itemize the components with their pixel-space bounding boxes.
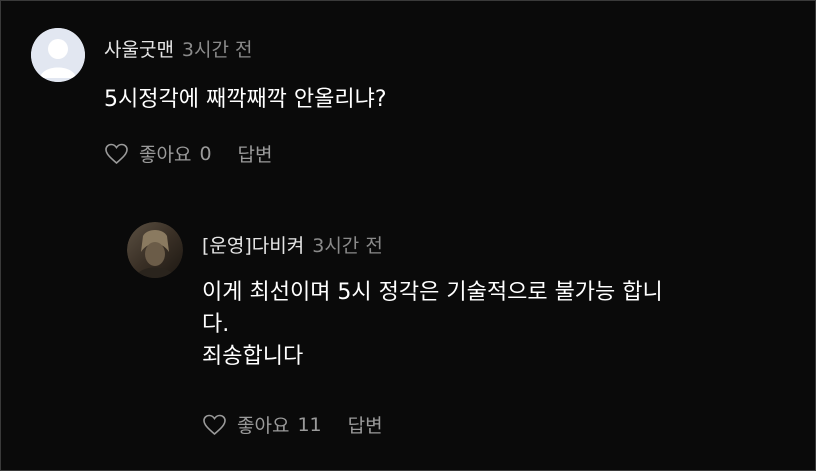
reply-button[interactable]: 답변	[348, 411, 383, 438]
heart-icon	[105, 143, 128, 164]
avatar[interactable]	[31, 28, 85, 82]
like-button[interactable]: 좋아요 0	[104, 140, 212, 167]
comment-actions: 좋아요 11 답변	[202, 411, 383, 438]
comment: 사울굿맨 3시간 전 5시정각에 째깍째깍 안올리냐? 좋아요 0 답변	[1, 1, 815, 191]
comment-meta: 사울굿맨 3시간 전	[104, 35, 253, 62]
comment-meta: [운영]다비켜 3시간 전	[202, 231, 383, 258]
comment-text-line: 이게 최선이며 5시 정각은 기술적으로 불가능 합니	[202, 280, 663, 305]
comment-text-line: 죄송합니다	[202, 344, 304, 369]
comment-thread: 사울굿맨 3시간 전 5시정각에 째깍째깍 안올리냐? 좋아요 0 답변 [운영…	[0, 0, 816, 471]
like-button[interactable]: 좋아요 11	[202, 411, 322, 438]
reply-comment: [운영]다비켜 3시간 전 이게 최선이며 5시 정각은 기술적으로 불가능 합니…	[1, 191, 815, 470]
author-name[interactable]: 사울굿맨	[104, 39, 174, 61]
comment-body: 이게 최선이며 5시 정각은 기술적으로 불가능 합니 다. 죄송합니다	[202, 277, 663, 373]
avatar[interactable]	[127, 222, 183, 278]
author-name[interactable]: [운영]다비켜	[202, 235, 304, 257]
timestamp: 3시간 전	[181, 39, 253, 61]
like-label: 좋아요	[237, 415, 290, 437]
heart-icon	[203, 414, 226, 435]
comment-actions: 좋아요 0 답변	[104, 140, 273, 167]
timestamp: 3시간 전	[312, 235, 383, 257]
reply-button[interactable]: 답변	[238, 140, 273, 167]
like-label: 좋아요	[139, 144, 192, 166]
default-user-avatar-icon	[31, 28, 85, 82]
like-count: 11	[297, 413, 322, 436]
profile-photo-icon	[127, 222, 183, 278]
comment-text-line: 다.	[202, 312, 230, 337]
comment-body: 5시정각에 째깍째깍 안올리냐?	[104, 84, 387, 116]
like-count: 0	[199, 142, 212, 165]
comment-text-line: 5시정각에 째깍째깍 안올리냐?	[104, 87, 387, 112]
